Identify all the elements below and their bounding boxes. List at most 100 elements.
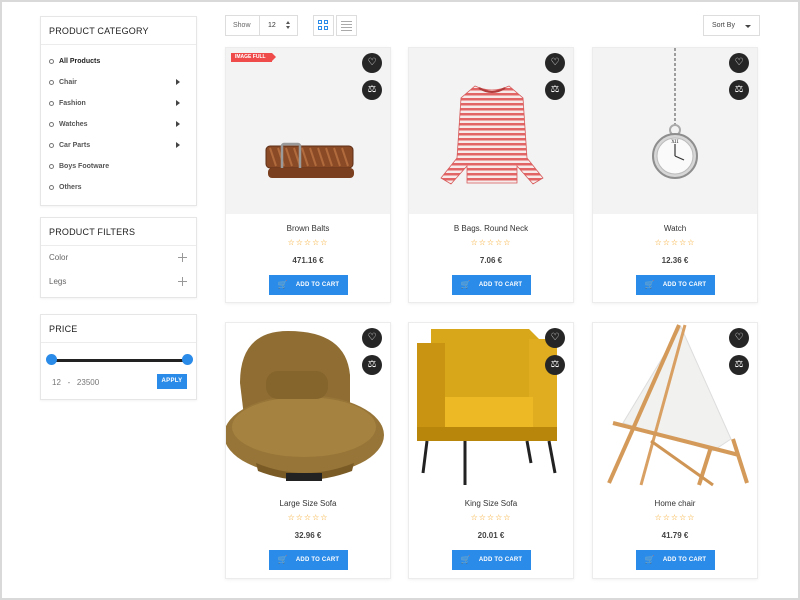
radio-bullet-icon [49,185,54,190]
product-image[interactable]: ♡ ⚖ [593,323,757,489]
category-item-chair[interactable]: Chair [41,72,196,93]
category-label: Car Parts [59,142,91,149]
product-card[interactable]: IMAGE FULL ♡ ⚖ Brown Balts ☆☆☆☆☆ 471.16 … [225,47,391,303]
show-value: 12 [268,22,276,29]
product-price: 471.16 € [292,256,324,265]
grid-view-icon [318,20,329,31]
category-label: Boys Footware [59,163,110,170]
chevron-right-icon[interactable] [176,142,180,148]
product-card[interactable]: ♡ ⚖ Home chair ☆☆☆☆☆ 41.79 € 🛒 ADD TO CAR… [592,322,758,579]
compare-scale-icon[interactable]: ⚖ [545,80,565,100]
filters-panel-title: PRODUCT FILTERS [41,218,196,246]
chevron-right-icon[interactable] [176,121,180,127]
product-name[interactable]: Brown Balts [226,224,390,233]
compare-scale-icon[interactable]: ⚖ [545,355,565,375]
list-view-icon [341,21,352,31]
wishlist-heart-icon[interactable]: ♡ [729,53,749,73]
price-separator: - [67,378,71,387]
add-to-cart-label: ADD TO CART [295,282,340,288]
wishlist-heart-icon[interactable]: ♡ [729,328,749,348]
product-image[interactable]: XII ♡ ⚖ [593,48,757,214]
compare-scale-icon[interactable]: ⚖ [362,355,382,375]
add-to-cart-button[interactable]: 🛒 ADD TO CART [269,275,348,295]
armchair-image [226,331,384,481]
radio-bullet-icon [49,143,54,148]
product-filters-panel: PRODUCT FILTERS Color Legs [40,217,197,298]
show-per-page-stepper[interactable]: Show 12 [225,15,298,36]
filter-color[interactable]: Color [41,246,196,270]
compare-scale-icon[interactable]: ⚖ [729,355,749,375]
wishlist-heart-icon[interactable]: ♡ [545,328,565,348]
radio-bullet-icon [49,80,54,85]
grid-view-button[interactable] [313,15,334,36]
category-item-car-parts[interactable]: Car Parts [41,135,196,156]
chevron-right-icon[interactable] [176,100,180,106]
sort-by-dropdown[interactable]: Sort By [703,15,760,36]
list-view-button[interactable] [336,15,357,36]
product-card[interactable]: ♡ ⚖ B Bags. Round Neck ☆☆☆☆☆ 7.06 € 🛒 ADD… [408,47,574,303]
radio-bullet-icon [49,122,54,127]
product-image[interactable]: ♡ ⚖ [409,323,573,489]
category-item-watches[interactable]: Watches [41,114,196,135]
pocket-watch-image: XII [652,48,698,179]
deck-chair-image [607,324,749,487]
image-full-badge: IMAGE FULL [231,53,276,62]
category-item-others[interactable]: Others [41,177,196,198]
price-slider-min-handle[interactable] [46,354,57,365]
filter-label: Color [49,253,69,262]
category-label: Others [59,184,82,191]
price-max-value: 23500 [76,378,100,387]
product-name[interactable]: Home chair [593,499,757,508]
star-rating: ☆☆☆☆☆ [287,513,329,522]
add-to-cart-button[interactable]: 🛒 ADD TO CART [452,550,531,570]
product-image[interactable]: ♡ ⚖ [226,323,390,489]
product-info: King Size Sofa ☆☆☆☆☆ 20.01 € 🛒 ADD TO CAR… [409,489,573,575]
product-card[interactable]: XII ♡ ⚖ Watch ☆☆☆☆☆ 12.36 € 🛒 ADD TO CART [592,47,758,303]
product-card[interactable]: ♡ ⚖ King Size Sofa ☆☆☆☆☆ 20.01 € 🛒 ADD TO… [408,322,574,579]
stepper-arrows-icon[interactable] [286,21,291,30]
price-panel: PRICE 12 - 23500 APPLY [40,314,197,400]
price-min-value: 12 [52,378,61,387]
plus-icon[interactable] [178,277,187,286]
product-name[interactable]: King Size Sofa [409,499,573,508]
product-image[interactable]: ♡ ⚖ [409,48,573,214]
radio-bullet-icon [49,101,54,106]
product-name[interactable]: Large Size Sofa [226,499,390,508]
add-to-cart-button[interactable]: 🛒 ADD TO CART [452,275,531,295]
chevron-right-icon[interactable] [176,79,180,85]
compare-scale-icon[interactable]: ⚖ [362,80,382,100]
product-price: 7.06 € [479,256,503,265]
add-to-cart-button[interactable]: 🛒 ADD TO CART [636,550,715,570]
plus-icon[interactable] [178,253,187,262]
compare-scale-icon[interactable]: ⚖ [729,80,749,100]
price-panel-title: PRICE [41,315,196,343]
add-to-cart-label: ADD TO CART [478,557,523,563]
category-item-fashion[interactable]: Fashion [41,93,196,114]
product-image[interactable]: IMAGE FULL ♡ ⚖ [226,48,390,214]
product-category-panel: PRODUCT CATEGORY All Products Chair Fash… [40,16,197,206]
add-to-cart-button[interactable]: 🛒 ADD TO CART [269,550,348,570]
product-price: 32.96 € [294,531,322,540]
star-rating: ☆☆☆☆☆ [287,238,329,247]
wishlist-heart-icon[interactable]: ♡ [362,328,382,348]
filter-legs[interactable]: Legs [41,270,196,294]
sort-label: Sort By [712,22,735,29]
price-slider-track[interactable] [51,359,187,362]
product-info: Large Size Sofa ☆☆☆☆☆ 32.96 € 🛒 ADD TO CA… [226,489,390,575]
cart-icon: 🛒 [277,555,288,564]
price-range-text: 12 - 23500 [52,378,99,387]
svg-text:XII: XII [671,139,679,145]
cart-icon: 🛒 [277,280,288,289]
wishlist-heart-icon[interactable]: ♡ [545,53,565,73]
category-item-all-products[interactable]: All Products [41,51,196,72]
product-card[interactable]: ♡ ⚖ Large Size Sofa ☆☆☆☆☆ 32.96 € 🛒 ADD T… [225,322,391,579]
apply-button[interactable]: APPLY [157,374,187,389]
price-slider-max-handle[interactable] [182,354,193,365]
add-to-cart-button[interactable]: 🛒 ADD TO CART [636,275,715,295]
cart-icon: 🛒 [460,555,471,564]
product-name[interactable]: Watch [593,224,757,233]
product-name[interactable]: B Bags. Round Neck [409,224,573,233]
category-label: All Products [59,58,101,65]
category-item-boys-footware[interactable]: Boys Footware [41,156,196,177]
wishlist-heart-icon[interactable]: ♡ [362,53,382,73]
